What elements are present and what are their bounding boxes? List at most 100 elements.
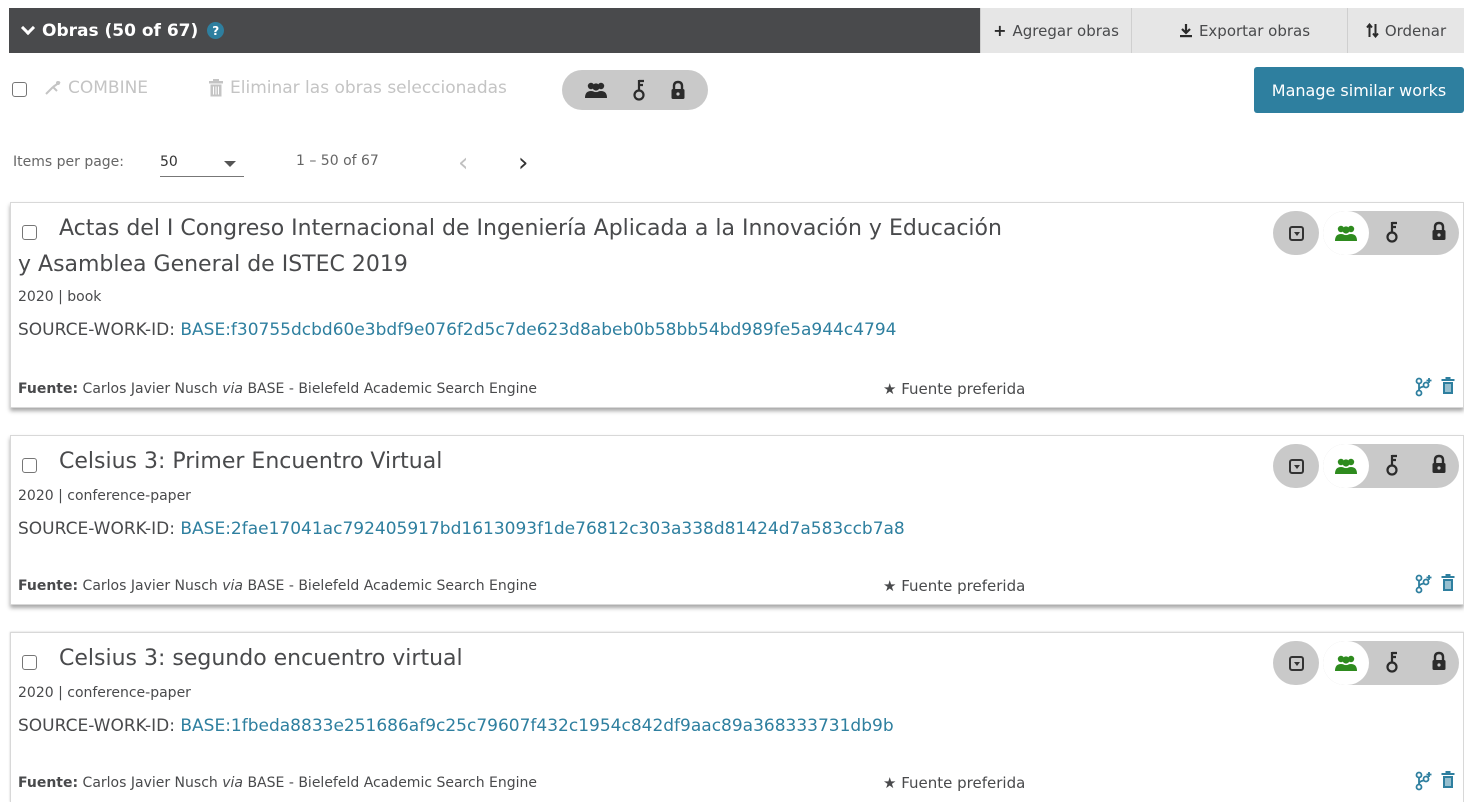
everyone-visibility-icon[interactable]	[584, 81, 608, 99]
work-visibility-controls	[1273, 641, 1459, 685]
source-name: Carlos Javier Nusch	[82, 775, 218, 791]
source-label: Fuente:	[18, 381, 79, 397]
sort-label: Ordenar	[1384, 21, 1447, 40]
work-actions	[1415, 771, 1455, 791]
manage-similar-works-button[interactable]: Manage similar works	[1254, 67, 1464, 113]
page-range-label: 1 – 50 of 67	[296, 153, 379, 169]
sort-icon	[1366, 23, 1379, 38]
work-visibility-controls	[1273, 211, 1459, 255]
caret-square-icon	[1288, 225, 1304, 241]
work-actions	[1415, 574, 1455, 594]
trusted-parties-key-icon[interactable]	[632, 79, 646, 101]
preferred-source: ★ Fuente preferida	[883, 577, 1026, 595]
works-toggle[interactable]: Obras (50 of 67) ?	[20, 8, 225, 53]
source-name: Carlos Javier Nusch	[82, 578, 218, 594]
combine-icon	[44, 80, 62, 96]
trusted-parties-key-icon[interactable]	[1385, 454, 1399, 476]
versions-icon[interactable]	[1415, 377, 1433, 397]
everyone-visibility-icon[interactable]	[1323, 211, 1369, 255]
chevron-down-icon	[20, 20, 36, 36]
items-per-page-value: 50	[160, 154, 178, 170]
source-label: Fuente:	[18, 578, 79, 594]
work-expand-dropdown[interactable]	[1273, 444, 1319, 488]
trash-icon[interactable]	[1441, 377, 1455, 397]
source-via: via	[222, 381, 243, 397]
work-card: Celsius 3: Primer Encuentro Virtual 2020…	[10, 435, 1464, 605]
select-all-checkbox[interactable]	[12, 82, 27, 97]
work-expand-dropdown[interactable]	[1273, 641, 1319, 685]
works-section-header: Obras (50 of 67) ? + Agregar obras Expor…	[9, 8, 1464, 53]
trash-icon[interactable]	[1441, 574, 1455, 594]
source-org: BASE - Bielefeld Academic Search Engine	[247, 775, 538, 791]
work-source: Fuente: Carlos Javier Nusch via BASE - B…	[18, 578, 537, 594]
work-source: Fuente: Carlos Javier Nusch via BASE - B…	[18, 381, 537, 397]
bulk-visibility-group	[562, 70, 708, 110]
items-per-page-label: Items per page:	[13, 154, 125, 170]
download-icon	[1179, 23, 1193, 38]
source-via: via	[222, 775, 243, 791]
work-title: Celsius 3: segundo encuentro virtual	[59, 646, 463, 671]
trash-icon[interactable]	[1441, 771, 1455, 791]
source-work-id-link[interactable]: BASE:f30755dcbd60e3bdf9e076f2d5c7de623d8…	[180, 320, 896, 340]
everyone-visibility-icon[interactable]	[1323, 444, 1369, 488]
plus-icon: +	[993, 21, 1007, 40]
combine-button[interactable]: COMBINE	[44, 78, 148, 98]
source-work-id-label: SOURCE-WORK-ID:	[18, 320, 175, 340]
source-work-id-label: SOURCE-WORK-ID:	[18, 519, 175, 539]
export-works-button[interactable]: Exportar obras	[1131, 8, 1347, 53]
caret-square-icon	[1288, 655, 1304, 671]
work-title: Actas del I Congreso Internacional de In…	[18, 216, 1002, 277]
help-icon[interactable]: ?	[207, 22, 225, 39]
source-org: BASE - Bielefeld Academic Search Engine	[247, 578, 538, 594]
source-work-id-label: SOURCE-WORK-ID:	[18, 716, 175, 736]
preferred-source: ★ Fuente preferida	[883, 774, 1026, 792]
combine-label: COMBINE	[68, 78, 149, 98]
work-actions	[1415, 377, 1455, 397]
items-per-page-select[interactable]: 50	[160, 150, 244, 177]
export-works-label: Exportar obras	[1198, 21, 1311, 40]
work-visibility-selector	[1323, 641, 1459, 685]
previous-page-button[interactable]: ‹	[458, 148, 468, 178]
work-visibility-selector	[1323, 444, 1459, 488]
source-work-id: SOURCE-WORK-ID: BASE:f30755dcbd60e3bdf9e…	[18, 320, 896, 340]
work-title: Celsius 3: Primer Encuentro Virtual	[59, 449, 443, 474]
source-work-id-link[interactable]: BASE:1fbeda8833e251686af9c25c79607f432c1…	[180, 716, 893, 736]
source-work-id: SOURCE-WORK-ID: BASE:2fae17041ac79240591…	[18, 519, 905, 539]
trash-icon	[208, 79, 224, 97]
add-works-label: Agregar obras	[1012, 21, 1119, 40]
sort-button[interactable]: Ordenar	[1347, 8, 1464, 53]
work-card: Celsius 3: segundo encuentro virtual 202…	[10, 632, 1464, 802]
trusted-parties-key-icon[interactable]	[1385, 221, 1399, 243]
add-works-button[interactable]: + Agregar obras	[980, 8, 1131, 53]
work-visibility-selector	[1323, 211, 1459, 255]
work-visibility-controls	[1273, 444, 1459, 488]
source-work-id: SOURCE-WORK-ID: BASE:1fbeda8833e251686af…	[18, 716, 894, 736]
source-name: Carlos Javier Nusch	[82, 381, 218, 397]
source-work-id-link[interactable]: BASE:2fae17041ac792405917bd1613093f1de76…	[180, 519, 904, 539]
source-via: via	[222, 578, 243, 594]
work-meta: 2020 | book	[18, 289, 102, 305]
private-lock-icon[interactable]	[1431, 454, 1447, 474]
caret-square-icon	[1288, 458, 1304, 474]
work-card: Actas del I Congreso Internacional de In…	[10, 202, 1464, 408]
work-source: Fuente: Carlos Javier Nusch via BASE - B…	[18, 775, 537, 791]
private-lock-icon[interactable]	[670, 80, 686, 100]
works-count-title: Obras (50 of 67)	[42, 20, 199, 41]
preferred-source: ★ Fuente preferida	[883, 380, 1026, 398]
versions-icon[interactable]	[1415, 574, 1433, 594]
work-meta: 2020 | conference-paper	[18, 488, 191, 504]
next-page-button[interactable]: ›	[518, 148, 528, 178]
source-label: Fuente:	[18, 775, 79, 791]
everyone-visibility-icon[interactable]	[1323, 641, 1369, 685]
versions-icon[interactable]	[1415, 771, 1433, 791]
private-lock-icon[interactable]	[1431, 651, 1447, 671]
work-meta: 2020 | conference-paper	[18, 685, 191, 701]
work-expand-dropdown[interactable]	[1273, 211, 1319, 255]
paginator: Items per page: 50 1 – 50 of 67 ‹ ›	[13, 148, 613, 180]
private-lock-icon[interactable]	[1431, 221, 1447, 241]
dropdown-arrow-icon	[224, 161, 236, 167]
source-org: BASE - Bielefeld Academic Search Engine	[247, 381, 538, 397]
bulk-actions-bar: COMBINE Eliminar las obras seleccionadas…	[10, 67, 1464, 113]
delete-selected-button[interactable]: Eliminar las obras seleccionadas	[208, 78, 507, 98]
trusted-parties-key-icon[interactable]	[1385, 651, 1399, 673]
